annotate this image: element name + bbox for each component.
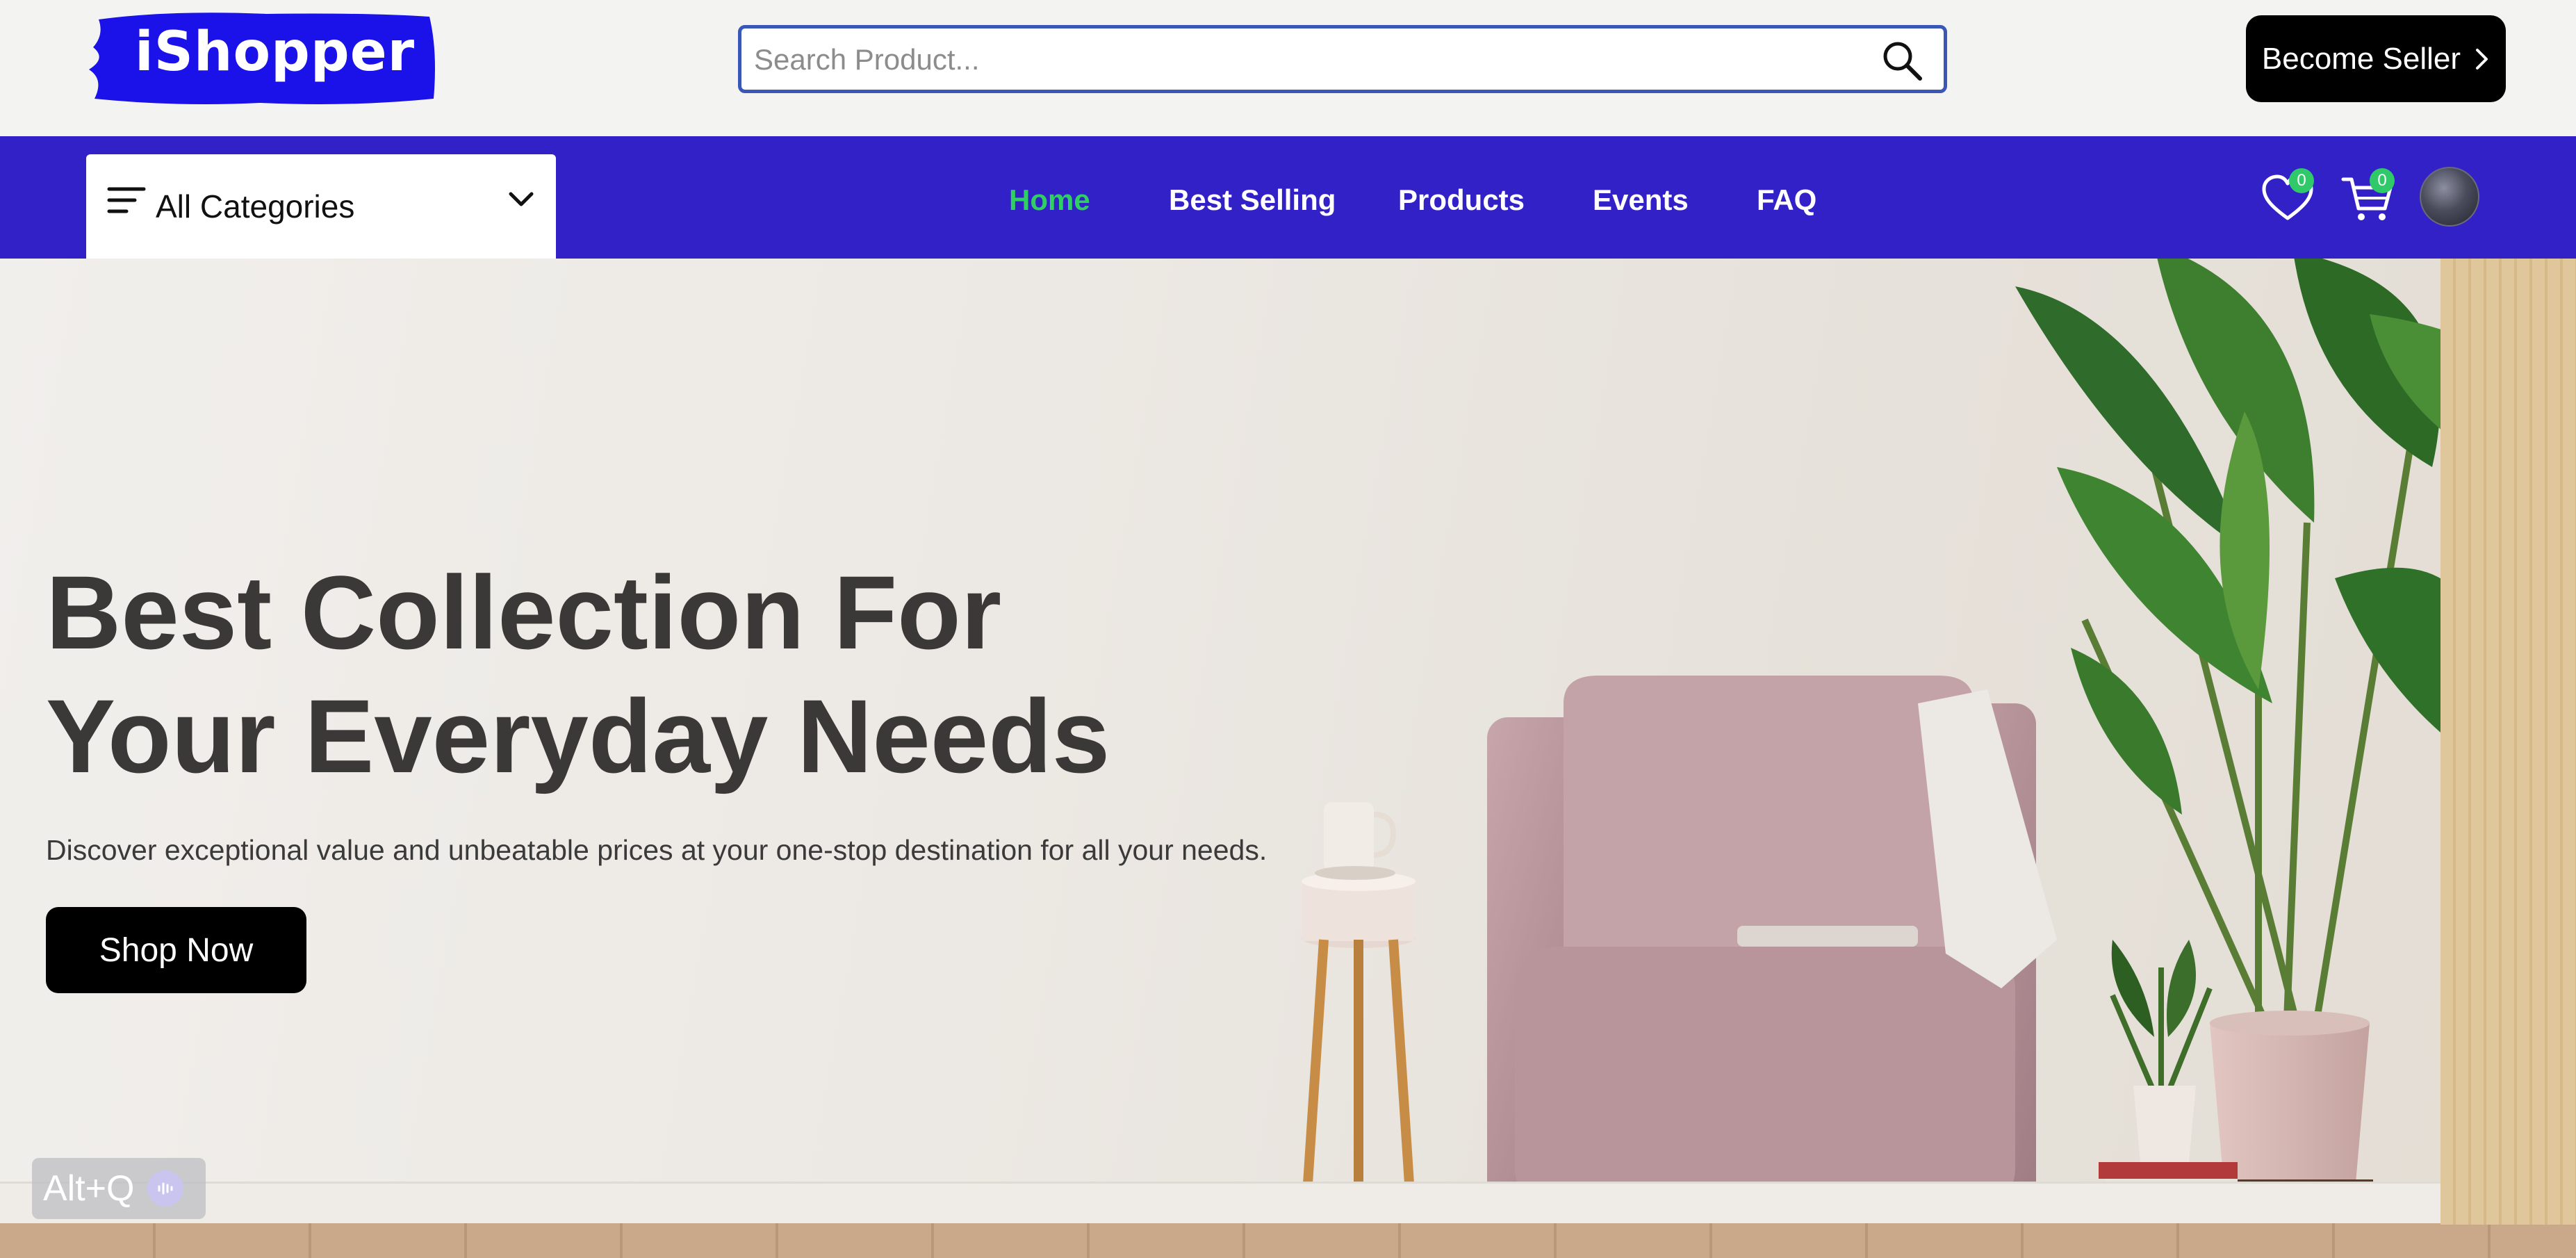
nav-link-best-selling[interactable]: Best Selling <box>1169 183 1336 217</box>
microphone-icon <box>147 1170 183 1207</box>
cart-count-badge: 0 <box>2370 168 2395 193</box>
cart-button[interactable]: 0 <box>2340 168 2396 227</box>
hero-title: Best Collection For Your Everyday Needs <box>46 550 1366 798</box>
shop-now-button[interactable]: Shop Now <box>46 907 306 993</box>
wood-floor <box>0 1223 2576 1258</box>
main-navbar: All Categories Home Best Selling Product… <box>0 136 2576 259</box>
shortcut-label: Alt+Q <box>43 1168 135 1209</box>
search-box <box>738 25 1947 93</box>
search-input[interactable] <box>754 35 1838 84</box>
menu-icon <box>107 187 146 213</box>
voice-shortcut-widget[interactable]: Alt+Q <box>32 1158 206 1219</box>
logo-text: iShopper <box>135 21 416 83</box>
become-seller-label: Become Seller <box>2261 41 2461 76</box>
hero-banner: Best Collection For Your Everyday Needs … <box>0 259 2576 1258</box>
nav-link-products[interactable]: Products <box>1398 183 1525 217</box>
hero-subtitle: Discover exceptional value and unbeatabl… <box>46 834 1268 866</box>
search-icon[interactable] <box>1880 38 1924 83</box>
hero-title-line-1: Best Collection For <box>46 554 1002 671</box>
nav-link-events[interactable]: Events <box>1593 183 1689 217</box>
hero-title-line-2: Your Everyday Needs <box>46 678 1110 794</box>
logo[interactable]: iShopper <box>86 10 441 106</box>
chevron-down-icon <box>509 192 534 206</box>
wishlist-count-badge: 0 <box>2289 168 2314 193</box>
become-seller-button[interactable]: Become Seller <box>2246 15 2506 102</box>
nav-link-home[interactable]: Home <box>1009 183 1090 217</box>
nav-link-faq[interactable]: FAQ <box>1757 183 1816 217</box>
categories-dropdown[interactable]: All Categories <box>86 154 556 259</box>
wood-wall-panel <box>2440 259 2576 1225</box>
chevron-right-icon <box>2476 48 2488 70</box>
baseboard <box>0 1182 2576 1225</box>
categories-label: All Categories <box>156 188 355 224</box>
top-header: iShopper Become Seller <box>0 0 2576 136</box>
user-avatar[interactable] <box>2420 167 2479 227</box>
wishlist-button[interactable]: 0 <box>2260 168 2315 227</box>
